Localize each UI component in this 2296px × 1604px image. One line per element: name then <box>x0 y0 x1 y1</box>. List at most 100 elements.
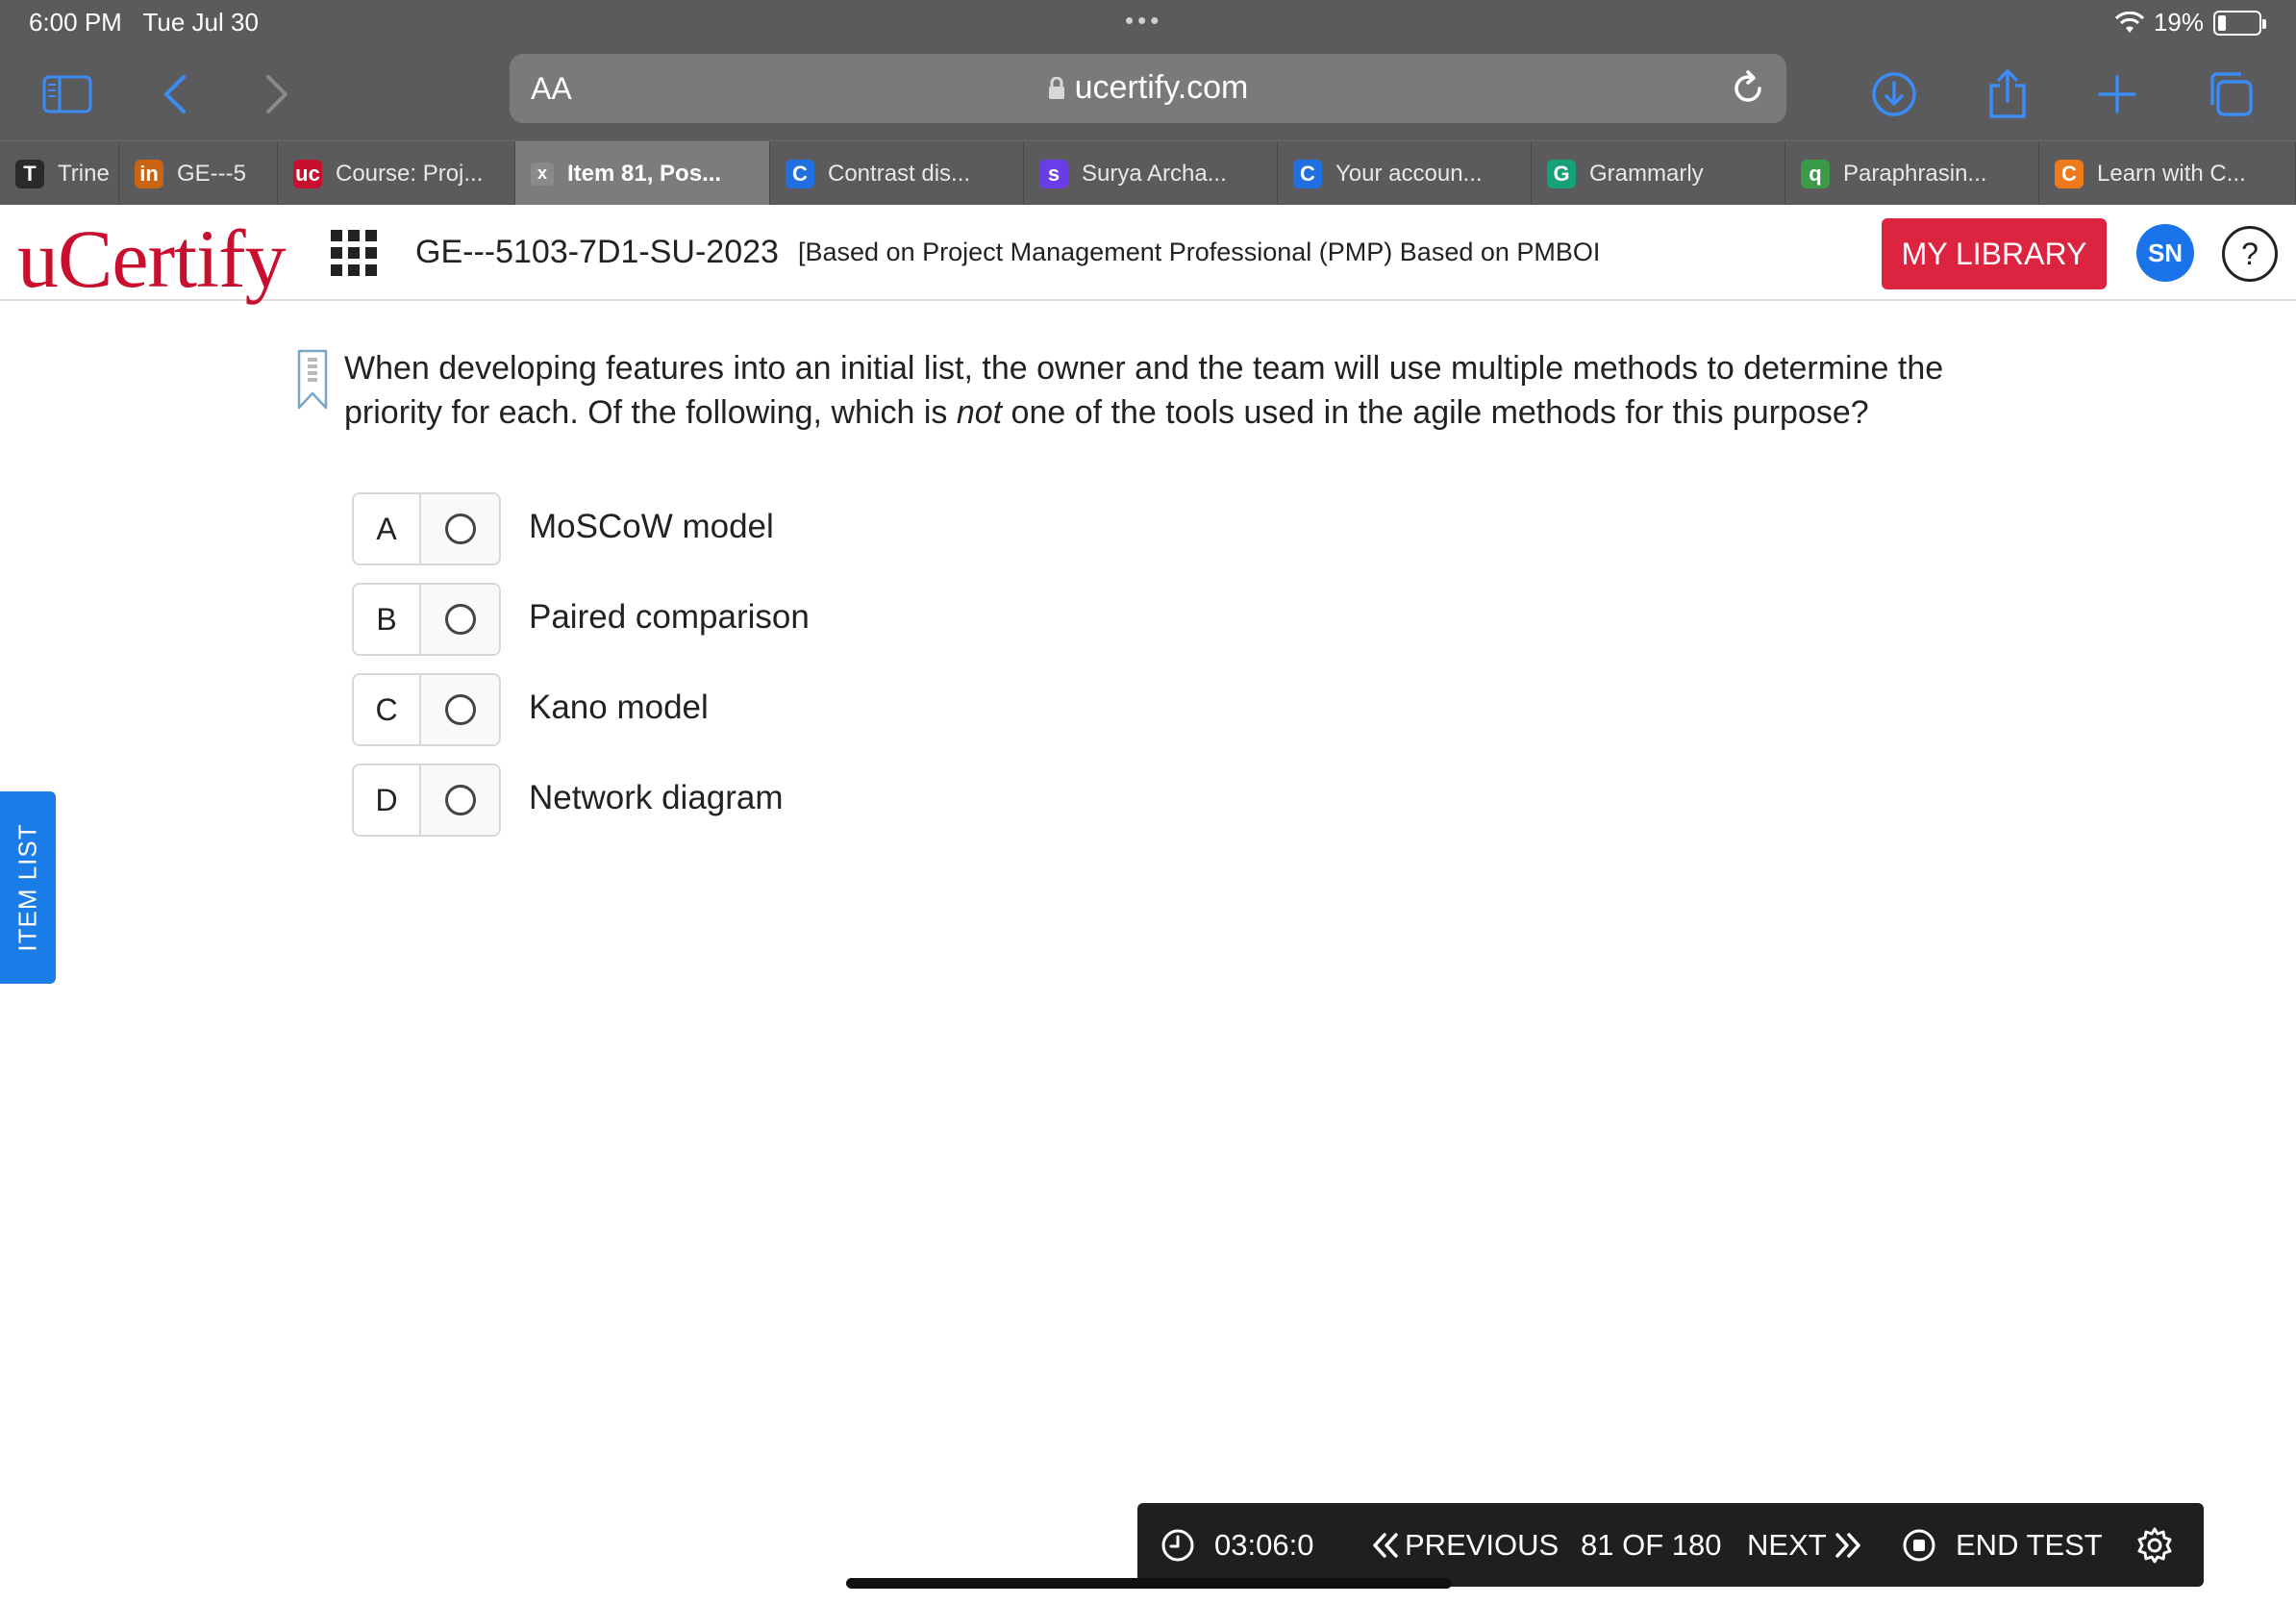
browser-tab[interactable]: C Contrast dis... <box>770 141 1024 206</box>
share-icon[interactable] <box>1979 65 2036 123</box>
url-text: ucertify.com <box>1074 69 1249 106</box>
question-emphasis: not <box>956 394 1003 431</box>
browser-tab[interactable]: C Learn with C... <box>2039 141 2296 206</box>
browser-chrome: 6:00 PM Tue Jul 30 ••• 19% AA ucertify.c… <box>0 0 2296 206</box>
option-text[interactable]: MoSCoW model <box>529 508 774 546</box>
tab-label: Paraphrasin... <box>1843 160 1987 187</box>
option-radio[interactable] <box>421 765 499 835</box>
question-text-end: one of the tools used in the agile metho… <box>1002 394 1869 431</box>
clock-icon <box>1161 1529 1194 1561</box>
option-letter: C <box>354 675 421 744</box>
radio-circle-icon[interactable] <box>444 604 476 635</box>
course-code: GE---5103-7D1-SU-2023 <box>415 234 779 270</box>
new-tab-icon[interactable] <box>2088 65 2146 123</box>
previous-button[interactable]: PREVIOUS <box>1370 1503 1559 1587</box>
radio-circle-icon[interactable] <box>444 514 476 544</box>
option-selector[interactable]: D <box>352 764 501 837</box>
tab-label: Item 81, Pos... <box>567 160 722 187</box>
browser-tab[interactable]: uc Course: Proj... <box>278 141 515 206</box>
option-selector[interactable]: B <box>352 583 501 656</box>
end-test-button[interactable]: END TEST <box>1902 1503 2103 1587</box>
option-selector[interactable]: C <box>352 673 501 746</box>
tab-label: Course: Proj... <box>336 160 484 187</box>
option-selector[interactable]: A <box>352 492 501 565</box>
browser-tab[interactable]: C Your accoun... <box>1278 141 1532 206</box>
option-text[interactable]: Kano model <box>529 689 709 727</box>
browser-tab[interactable]: s Surya Archa... <box>1024 141 1278 206</box>
tab-favicon-icon: q <box>1801 159 1830 188</box>
tab-strip: T Trine in GE---5 uc Course: Proj... x Item 81,… <box>0 140 2296 206</box>
option-radio[interactable] <box>421 494 499 564</box>
stop-icon <box>1903 1529 1935 1561</box>
back-icon[interactable] <box>146 65 204 123</box>
question-text: When developing features into an initial… <box>344 346 1998 435</box>
option-text[interactable]: Paired comparison <box>529 598 810 637</box>
bookmark-icon[interactable] <box>296 348 329 412</box>
screen: 6:00 PM Tue Jul 30 ••• 19% AA ucertify.c… <box>0 0 2296 1604</box>
answer-option-c[interactable]: C Kano model <box>352 673 1506 746</box>
answer-option-b[interactable]: B Paired comparison <box>352 583 1506 656</box>
browser-tab[interactable]: in GE---5 <box>119 141 278 206</box>
address-bar[interactable]: AA ucertify.com <box>510 54 1786 123</box>
tab-label: Contrast dis... <box>828 160 971 187</box>
apps-grid-icon[interactable] <box>331 230 377 276</box>
browser-tab[interactable]: G Grammarly <box>1532 141 1785 206</box>
double-chevron-right-icon <box>1834 1532 1860 1558</box>
status-bar: 6:00 PM Tue Jul 30 ••• 19% <box>0 0 2296 48</box>
browser-tab[interactable]: q Paraphrasin... <box>1785 141 2039 206</box>
close-tab-icon[interactable]: x <box>531 162 554 186</box>
answer-option-d[interactable]: D Network diagram <box>352 764 1506 837</box>
tab-favicon-icon: in <box>135 159 163 188</box>
next-label: NEXT <box>1747 1527 1827 1562</box>
battery-fill <box>2218 14 2226 31</box>
wifi-icon <box>2114 11 2144 33</box>
tab-favicon-icon: C <box>1293 159 1322 188</box>
tabs-overview-icon[interactable] <box>2202 65 2259 123</box>
reload-icon[interactable] <box>1727 67 1769 110</box>
status-right: 19% <box>2114 8 2266 38</box>
app-header: uCertify GE---5103-7D1-SU-2023 [Based on… <box>0 205 2296 305</box>
radio-circle-icon[interactable] <box>444 694 476 725</box>
end-test-label: END TEST <box>1956 1527 2103 1562</box>
option-letter: A <box>354 494 421 564</box>
tab-label: Surya Archa... <box>1082 160 1227 187</box>
option-radio[interactable] <box>421 585 499 654</box>
tab-favicon-icon: uc <box>293 159 322 188</box>
double-chevron-left-icon <box>1373 1532 1398 1558</box>
help-button[interactable]: ? <box>2222 226 2278 282</box>
status-time: 6:00 PM Tue Jul 30 <box>29 8 259 38</box>
option-text[interactable]: Network diagram <box>529 779 784 817</box>
forward-icon[interactable] <box>248 65 306 123</box>
option-letter: D <box>354 765 421 835</box>
tab-label: Grammarly <box>1589 160 1704 187</box>
ucertify-logo[interactable]: uCertify <box>17 211 287 307</box>
question-position[interactable]: 81 OF 180 <box>1581 1503 1721 1587</box>
battery-percent: 19% <box>2153 8 2204 37</box>
url-display[interactable]: ucertify.com <box>510 69 1786 107</box>
tab-favicon-icon: G <box>1547 159 1576 188</box>
tab-favicon-icon: T <box>15 159 44 188</box>
user-avatar[interactable]: SN <box>2136 224 2194 282</box>
tab-label: GE---5 <box>177 160 246 187</box>
next-button[interactable]: NEXT <box>1747 1503 1863 1587</box>
browser-tab[interactable]: T Trine <box>0 141 119 206</box>
download-icon[interactable] <box>1865 65 1923 123</box>
sidebar-toggle-icon[interactable] <box>38 65 96 123</box>
test-navigation-bar: 03:06:0 PREVIOUS 81 OF 180 NEXT END TEST <box>1137 1503 2204 1587</box>
my-library-button[interactable]: MY LIBRARY <box>1882 218 2107 289</box>
option-letter: B <box>354 585 421 654</box>
option-radio[interactable] <box>421 675 499 744</box>
multitasking-dots-icon[interactable]: ••• <box>1125 6 1162 36</box>
tab-label: Your accoun... <box>1335 160 1483 187</box>
answer-option-a[interactable]: A MoSCoW model <box>352 492 1506 565</box>
tab-favicon-icon: C <box>786 159 814 188</box>
date: Tue Jul 30 <box>142 8 259 37</box>
previous-label: PREVIOUS <box>1405 1527 1560 1562</box>
item-list-tab[interactable]: ITEM LIST <box>0 791 56 984</box>
tab-label: Learn with C... <box>2097 160 2246 187</box>
home-indicator[interactable] <box>846 1578 1452 1589</box>
settings-gear-icon[interactable] <box>2135 1503 2174 1587</box>
tab-favicon-icon: s <box>1039 159 1068 188</box>
browser-tab[interactable]: x Item 81, Pos... <box>515 141 770 206</box>
radio-circle-icon[interactable] <box>444 785 476 815</box>
